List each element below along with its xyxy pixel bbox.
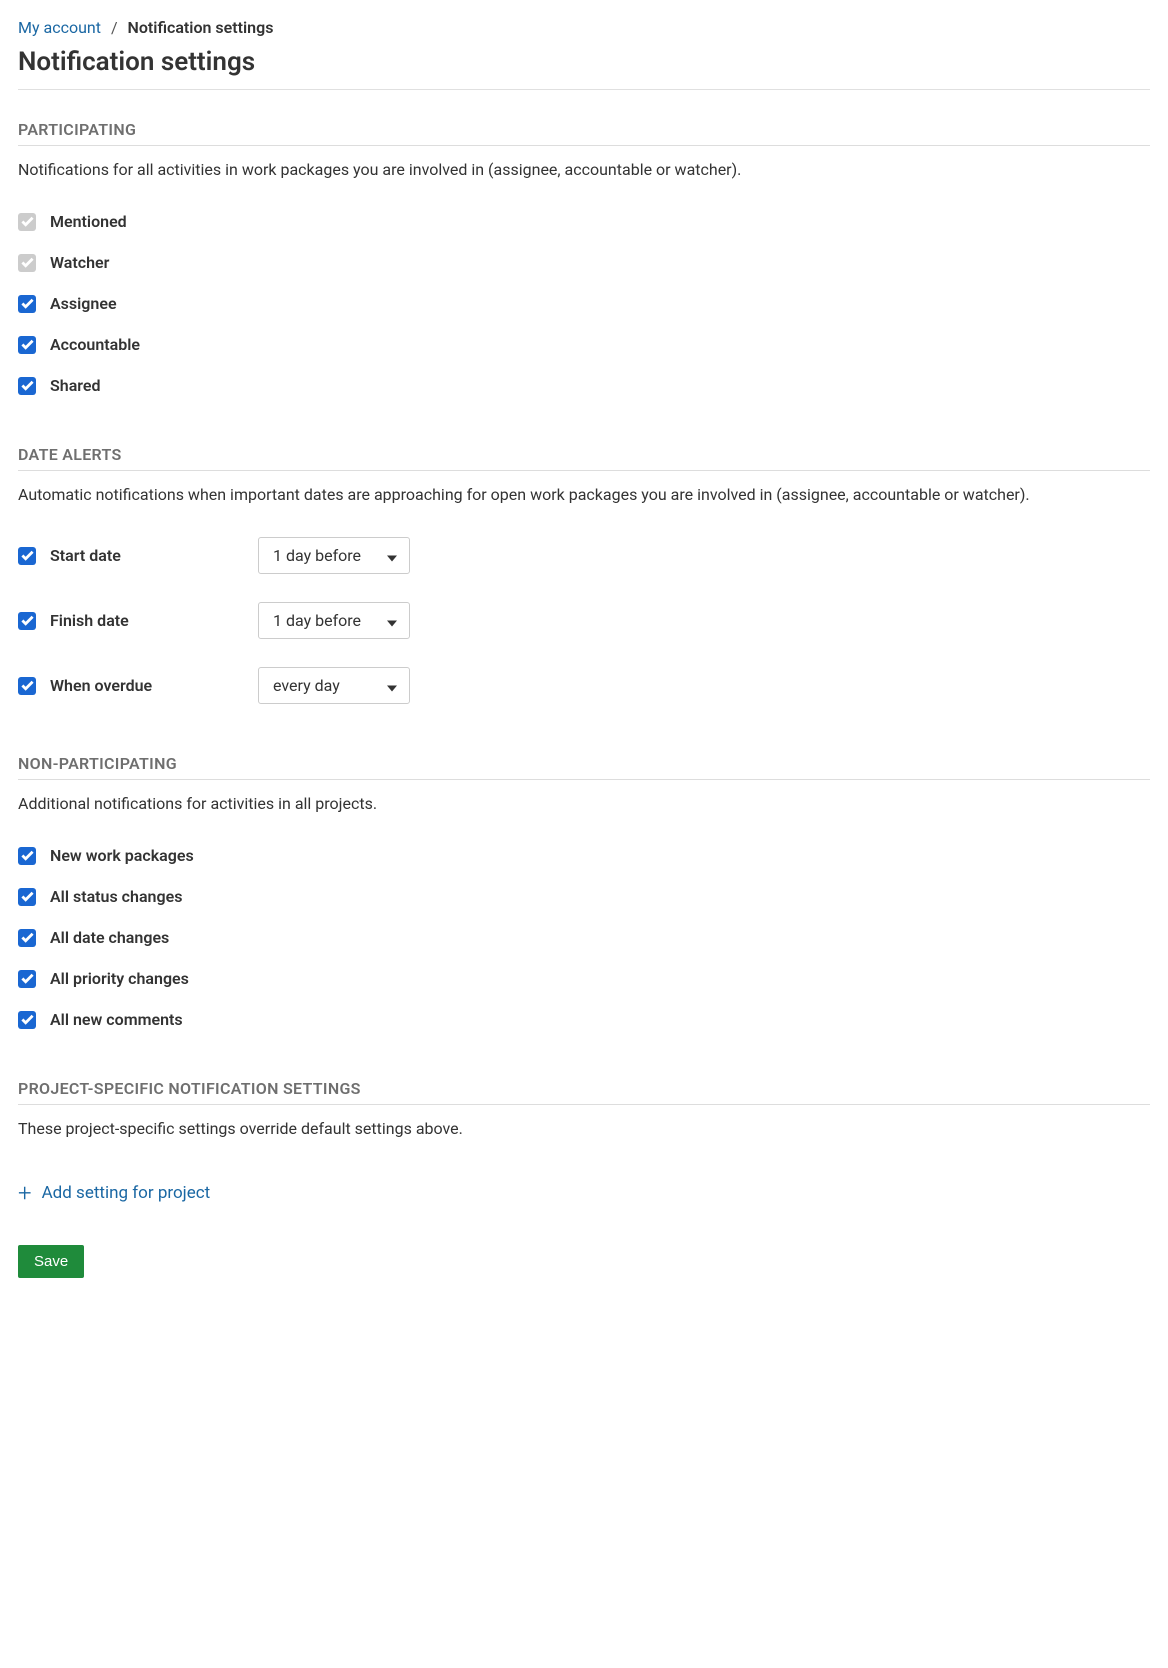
breadcrumb: My account / Notification settings <box>18 18 1150 37</box>
check-icon <box>21 256 34 269</box>
label-priority: All priority changes <box>50 969 189 988</box>
checkbox-accountable[interactable] <box>18 336 36 354</box>
breadcrumb-parent-link[interactable]: My account <box>18 18 101 37</box>
section-non-participating: NON-PARTICIPATING Additional notificatio… <box>18 754 1150 1029</box>
check-icon <box>21 849 34 862</box>
chevron-down-icon <box>387 546 397 565</box>
check-icon <box>21 931 34 944</box>
label-overdue: When overdue <box>50 676 152 695</box>
label-finish-date: Finish date <box>50 611 129 630</box>
label-new-wp: New work packages <box>50 846 194 865</box>
row-date: All date changes <box>18 928 1150 947</box>
checkbox-new-wp[interactable] <box>18 847 36 865</box>
label-accountable: Accountable <box>50 335 140 354</box>
select-finish-date[interactable]: 1 day before <box>258 602 410 639</box>
checkbox-shared[interactable] <box>18 377 36 395</box>
chevron-down-icon <box>387 676 397 695</box>
checkbox-start-date[interactable] <box>18 547 36 565</box>
non-participating-desc: Additional notifications for activities … <box>18 792 1150 816</box>
label-mentioned: Mentioned <box>50 212 127 231</box>
select-finish-date-value: 1 day before <box>273 611 361 630</box>
non-participating-header: NON-PARTICIPATING <box>18 754 1150 780</box>
project-specific-header: PROJECT-SPECIFIC NOTIFICATION SETTINGS <box>18 1079 1150 1105</box>
checkbox-watcher <box>18 254 36 272</box>
page-title: Notification settings <box>18 47 1150 77</box>
select-start-date[interactable]: 1 day before <box>258 537 410 574</box>
checkbox-overdue[interactable] <box>18 677 36 695</box>
check-icon <box>21 972 34 985</box>
row-status: All status changes <box>18 887 1150 906</box>
checkbox-date[interactable] <box>18 929 36 947</box>
row-finish-date: Finish date 1 day before <box>18 602 1150 639</box>
checkbox-comments[interactable] <box>18 1011 36 1029</box>
row-new-wp: New work packages <box>18 846 1150 865</box>
checkbox-finish-date[interactable] <box>18 612 36 630</box>
title-divider <box>18 89 1150 90</box>
row-accountable: Accountable <box>18 335 1150 354</box>
check-icon <box>21 297 34 310</box>
check-icon <box>21 614 34 627</box>
label-start-date: Start date <box>50 546 121 565</box>
label-status: All status changes <box>50 887 182 906</box>
select-start-date-value: 1 day before <box>273 546 361 565</box>
section-participating: PARTICIPATING Notifications for all acti… <box>18 120 1150 395</box>
row-priority: All priority changes <box>18 969 1150 988</box>
checkbox-assignee[interactable] <box>18 295 36 313</box>
label-date: All date changes <box>50 928 169 947</box>
row-watcher: Watcher <box>18 253 1150 272</box>
row-start-date: Start date 1 day before <box>18 537 1150 574</box>
add-project-setting-label: Add setting for project <box>42 1183 211 1203</box>
participating-desc: Notifications for all activities in work… <box>18 158 1150 182</box>
section-project-specific: PROJECT-SPECIFIC NOTIFICATION SETTINGS T… <box>18 1079 1150 1205</box>
row-assignee: Assignee <box>18 294 1150 313</box>
select-overdue-value: every day <box>273 676 340 695</box>
add-project-setting-link[interactable]: + Add setting for project <box>18 1181 210 1205</box>
checkbox-priority[interactable] <box>18 970 36 988</box>
check-icon <box>21 215 34 228</box>
select-overdue[interactable]: every day <box>258 667 410 704</box>
section-date-alerts: DATE ALERTS Automatic notifications when… <box>18 445 1150 704</box>
label-comments: All new comments <box>50 1010 183 1029</box>
breadcrumb-current: Notification settings <box>128 18 274 37</box>
checkbox-mentioned <box>18 213 36 231</box>
row-overdue: When overdue every day <box>18 667 1150 704</box>
label-shared: Shared <box>50 376 101 395</box>
label-assignee: Assignee <box>50 294 117 313</box>
check-icon <box>21 1013 34 1026</box>
project-specific-desc: These project-specific settings override… <box>18 1117 1150 1141</box>
save-button[interactable]: Save <box>18 1245 84 1278</box>
check-icon <box>21 338 34 351</box>
row-shared: Shared <box>18 376 1150 395</box>
label-watcher: Watcher <box>50 253 109 272</box>
date-alerts-desc: Automatic notifications when important d… <box>18 483 1150 507</box>
check-icon <box>21 379 34 392</box>
checkbox-status[interactable] <box>18 888 36 906</box>
check-icon <box>21 890 34 903</box>
check-icon <box>21 679 34 692</box>
breadcrumb-separator: / <box>111 18 118 37</box>
check-icon <box>21 549 34 562</box>
row-comments: All new comments <box>18 1010 1150 1029</box>
chevron-down-icon <box>387 611 397 630</box>
row-mentioned: Mentioned <box>18 212 1150 231</box>
date-alerts-header: DATE ALERTS <box>18 445 1150 471</box>
plus-icon: + <box>18 1181 32 1205</box>
participating-header: PARTICIPATING <box>18 120 1150 146</box>
